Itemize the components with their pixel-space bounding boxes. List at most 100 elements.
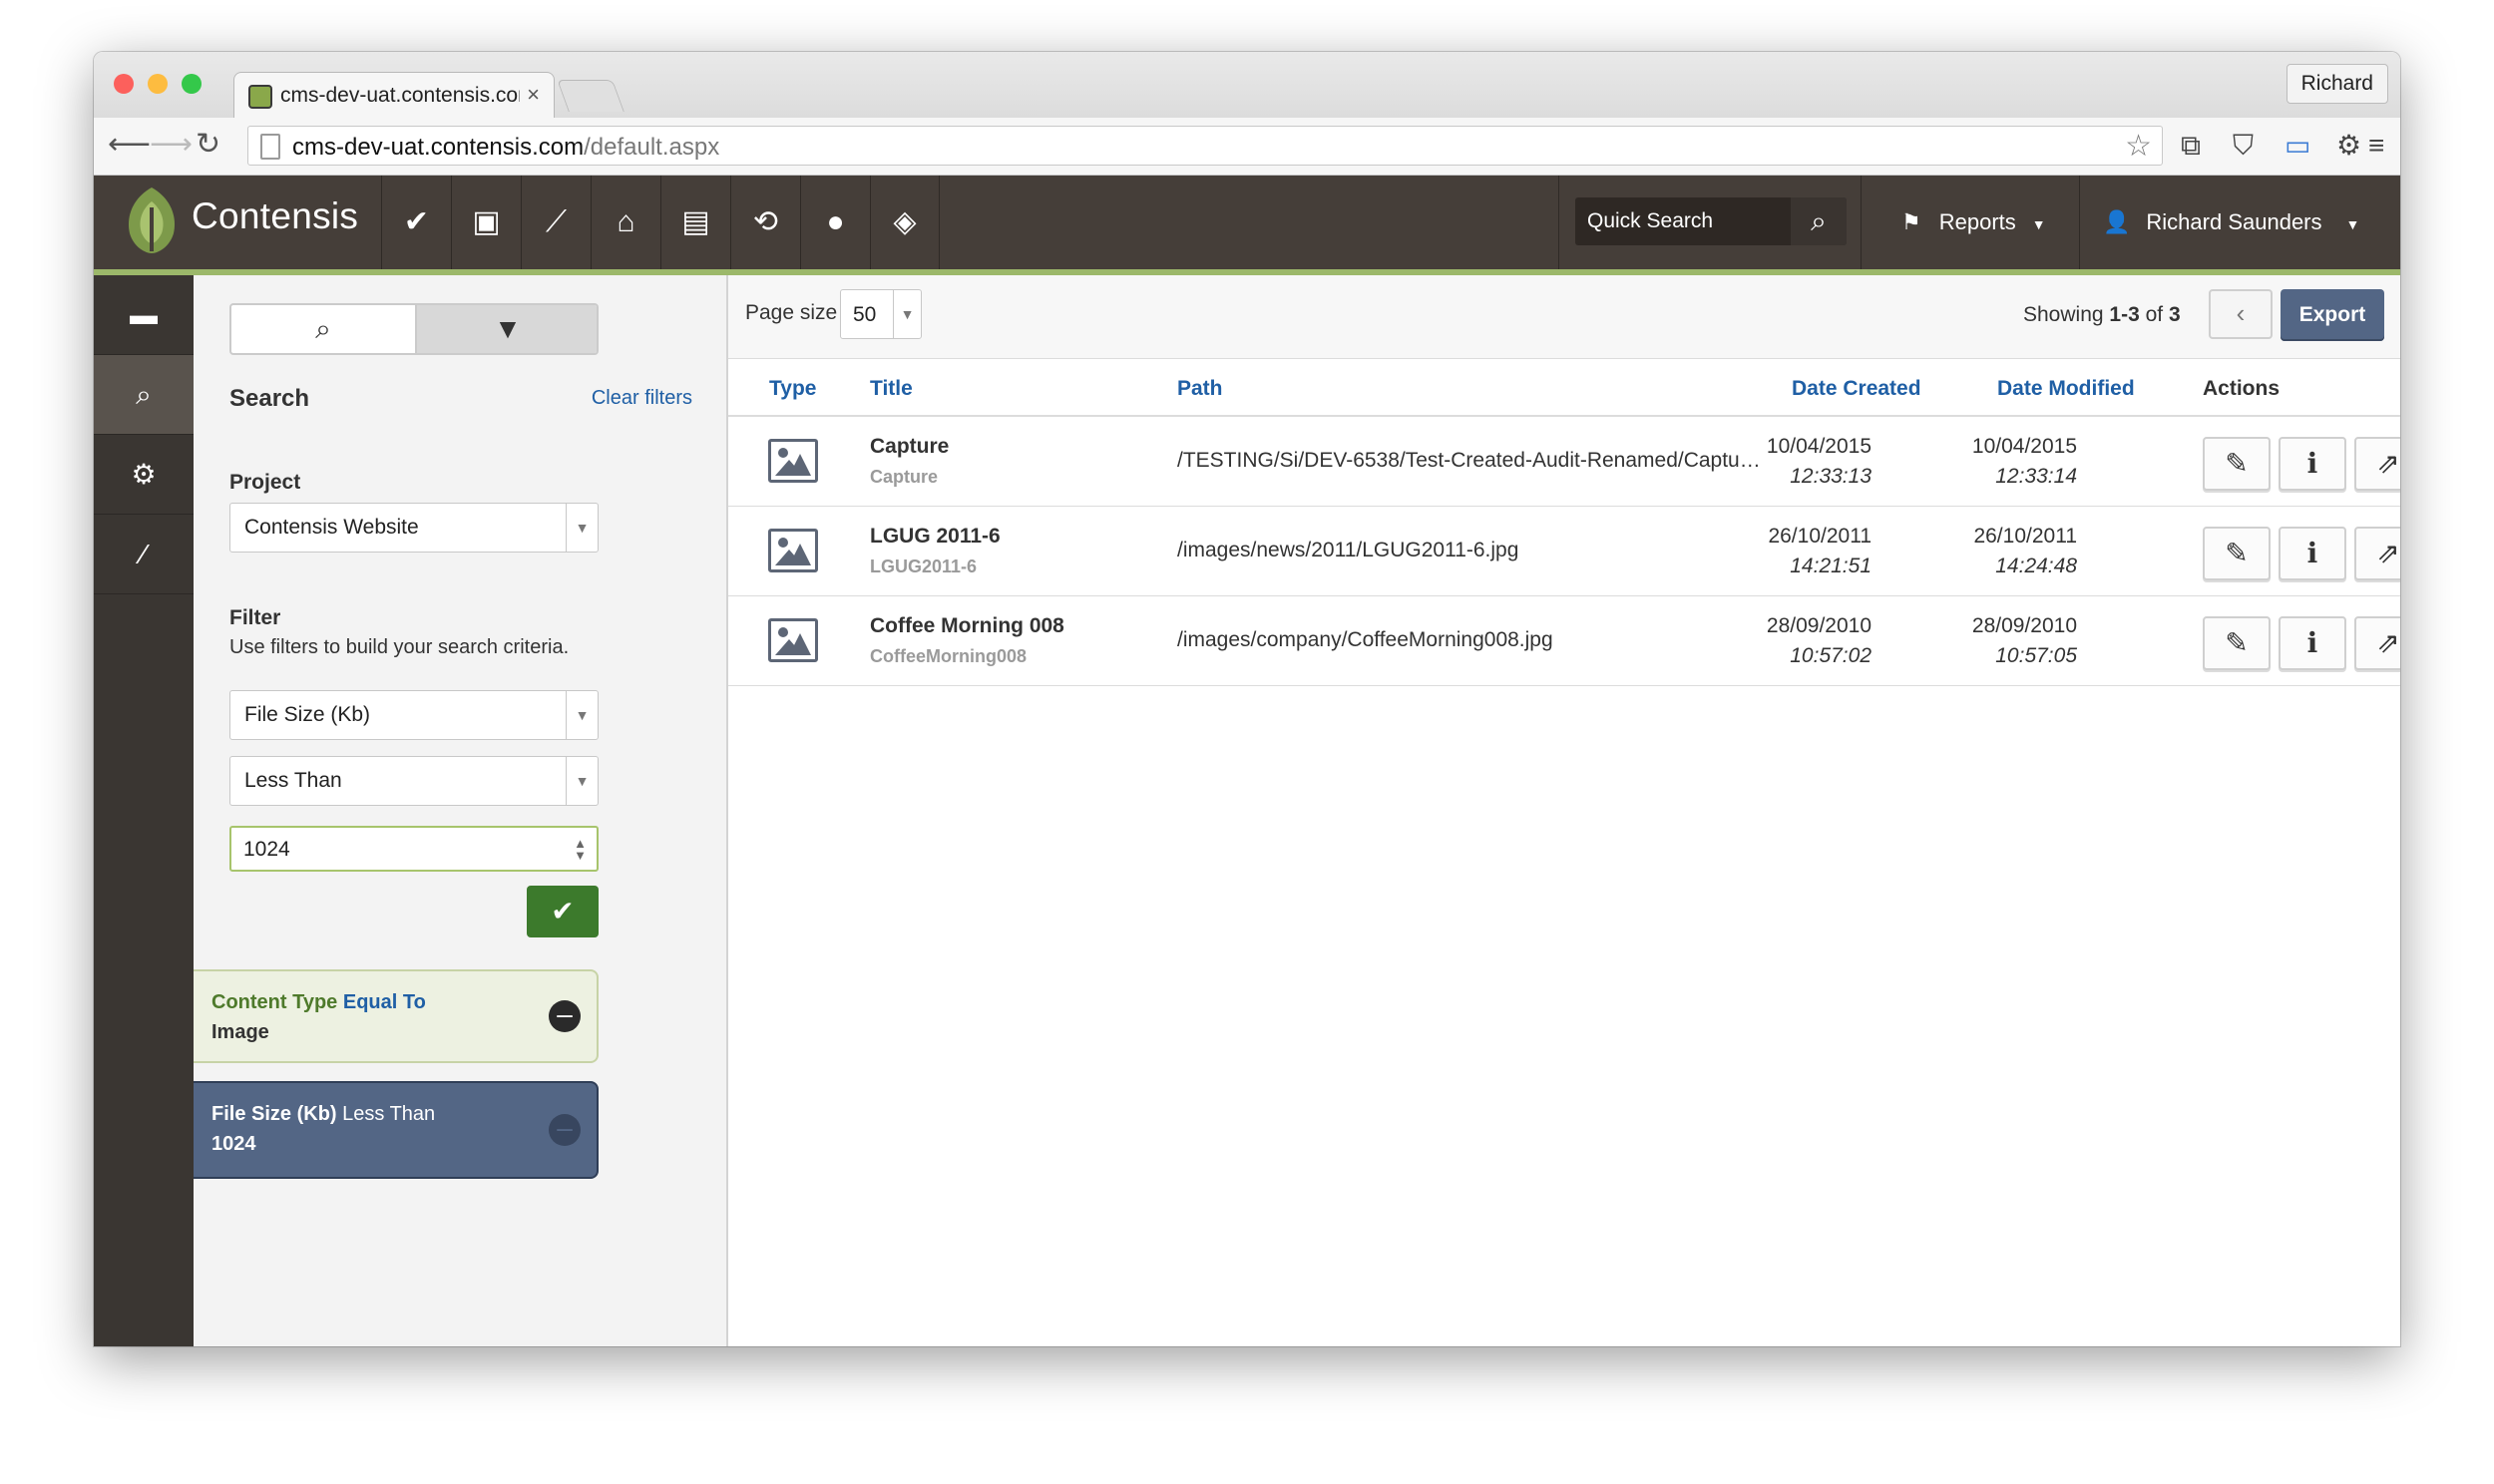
col-type[interactable]: Type [769, 377, 816, 401]
remove-filter-icon[interactable]: – [549, 1114, 581, 1146]
images-icon[interactable]: ▣ [451, 176, 521, 269]
row-modified-time: 14:24:48 [1995, 555, 2077, 577]
edit-button[interactable]: ✎ [2203, 616, 2271, 670]
export-button[interactable]: Export [2281, 289, 2384, 341]
forms-icon[interactable]: ▤ [660, 176, 730, 269]
table-row[interactable]: Coffee Morning 008 CoffeeMorning008 /ima… [728, 596, 2400, 686]
bookmark-star-icon[interactable]: ☆ [2125, 129, 2152, 164]
back-button[interactable]: ⟵ [108, 128, 151, 162]
tab-close-button[interactable]: × [527, 82, 540, 108]
table-row[interactable]: LGUG 2011-6 LGUG2011-6 /images/news/2011… [728, 507, 2400, 596]
comments-icon[interactable]: ● [800, 176, 870, 269]
filter-value-input[interactable]: 1024 ▲ ▼ [229, 826, 599, 872]
url-text: cms-dev-uat.contensis.com/default.aspx [292, 134, 720, 161]
chat-settings-icon[interactable]: ⟲ [730, 176, 800, 269]
project-select[interactable]: Contensis Website ▼ [229, 503, 599, 553]
prev-page-button[interactable]: ‹ [2209, 289, 2273, 339]
edit-button[interactable]: ✎ [2203, 527, 2271, 580]
edit-button[interactable]: ✎ [2203, 437, 2271, 491]
col-actions: Actions [2203, 377, 2281, 400]
left-rail: ▬ ⌕ ⚙ ⁄ [94, 275, 194, 1346]
search-tab-icon[interactable]: ⌕ [231, 305, 415, 353]
browser-window: cms-dev-uat.contensis.com × Richard ⟵ ⟶ … [94, 52, 2400, 1346]
info-button[interactable]: ℹ [2279, 527, 2346, 580]
row-title[interactable]: LGUG 2011-6 [870, 525, 1001, 549]
row-title[interactable]: Coffee Morning 008 [870, 614, 1064, 638]
quick-search-input[interactable]: Quick Search ⌕ [1575, 197, 1847, 245]
reports-label: Reports [1938, 209, 2016, 234]
results-area: Page size 50 ▼ Showing 1-3 of 3 ‹ › Expo… [728, 275, 2400, 1346]
cast-icon[interactable]: ⧉ [2181, 130, 2201, 162]
app-header: Contensis ✔ ▣ ⟋ ⌂ ▤ ⟲ ● ◈ Quick Search ⌕… [94, 176, 2400, 269]
page-size-value: 50 [853, 303, 877, 326]
folder-icon[interactable]: ▬ [94, 275, 194, 355]
menu-icon[interactable]: ≡ [2368, 130, 2384, 162]
active-filter-chip[interactable]: Content Type Equal To Image – [194, 969, 599, 1063]
chevron-down-icon: ▼ [2031, 216, 2046, 232]
col-date-modified[interactable]: Date Modified [1997, 377, 2135, 401]
external-link-icon: ⇗ [2376, 538, 2400, 568]
open-external-button[interactable]: ⇗ [2354, 527, 2400, 580]
remove-filter-icon[interactable]: – [549, 1000, 581, 1032]
row-created-time: 10:57:02 [1790, 644, 1871, 667]
browser-tab[interactable]: cms-dev-uat.contensis.com × [233, 72, 555, 118]
filter-operator-value: Less Than [244, 769, 342, 792]
close-window-button[interactable] [114, 74, 134, 94]
info-button[interactable]: ℹ [2279, 437, 2346, 491]
info-icon: ℹ [2306, 627, 2318, 658]
filter-field-select[interactable]: File Size (Kb) ▼ [229, 690, 599, 740]
row-path: /images/company/CoffeeMorning008.jpg [1177, 628, 1553, 651]
tasks-icon[interactable]: ✔ [381, 176, 451, 269]
flag-icon: ⚑ [1901, 209, 1921, 234]
col-date-created[interactable]: Date Created [1792, 377, 1921, 401]
user-icon: 👤 [2103, 209, 2131, 234]
page-icon [260, 134, 280, 160]
number-stepper[interactable]: ▲ ▼ [574, 837, 587, 862]
open-external-button[interactable]: ⇗ [2354, 616, 2400, 670]
minimize-window-button[interactable] [148, 74, 168, 94]
search-mode-toggle: ⌕ ▼ [229, 303, 599, 355]
magic-wand-icon[interactable]: ⁄ [94, 515, 194, 594]
tab-title: cms-dev-uat.contensis.com [280, 84, 520, 107]
reload-button[interactable]: ↻ [196, 128, 220, 162]
extension-gear-icon[interactable]: ⚙ [2336, 130, 2361, 162]
analytics-icon[interactable]: ⟋ [521, 176, 591, 269]
page-size-select[interactable]: 50 ▼ [840, 289, 922, 339]
screen-capture-icon[interactable]: ▭ [2285, 130, 2310, 162]
image-type-icon [768, 529, 818, 572]
user-name: Richard Saunders [2146, 209, 2322, 234]
pocket-icon[interactable]: ⛉ [2233, 130, 2254, 162]
search-icon[interactable]: ⌕ [94, 355, 194, 435]
col-path[interactable]: Path [1177, 377, 1223, 401]
info-button[interactable]: ℹ [2279, 616, 2346, 670]
results-count: Showing 1-3 of 3 [2023, 303, 2181, 326]
address-bar[interactable]: cms-dev-uat.contensis.com/default.aspx ☆ [247, 126, 2163, 166]
chevron-down-icon: ▼ [893, 290, 921, 338]
row-created-date: 10/04/2015 [1766, 435, 1871, 458]
settings-icon[interactable]: ⚙ [94, 435, 194, 515]
filter-operator-select[interactable]: Less Than ▼ [229, 756, 599, 806]
zoom-window-button[interactable] [182, 74, 202, 94]
new-tab-button[interactable] [557, 80, 624, 112]
row-path: /images/news/2011/LGUG2011-6.jpg [1177, 539, 1519, 561]
clear-filters-link[interactable]: Clear filters [592, 387, 692, 410]
row-modified-date: 26/10/2011 [1973, 525, 2077, 548]
filter-tab-icon[interactable]: ▼ [415, 305, 597, 353]
institution-icon[interactable]: ⌂ [591, 176, 660, 269]
row-title[interactable]: Capture [870, 435, 949, 459]
info-icon: ℹ [2306, 448, 2318, 479]
reports-menu[interactable]: ⚑ Reports ▼ [1901, 176, 2046, 269]
active-filter-chip-selected[interactable]: File Size (Kb) Less Than 1024 – [194, 1081, 599, 1179]
profile-button[interactable]: Richard [2286, 64, 2388, 104]
user-menu[interactable]: 👤 Richard Saunders ▼ [2103, 176, 2359, 269]
row-created-date: 28/09/2010 [1766, 614, 1871, 637]
col-title[interactable]: Title [870, 377, 913, 401]
table-row[interactable]: Capture Capture /TESTING/Si/DEV-6538/Tes… [728, 417, 2400, 507]
row-modified-date: 28/09/2010 [1971, 614, 2077, 637]
quick-search-button[interactable]: ⌕ [1791, 197, 1847, 245]
row-subtitle: CoffeeMorning008 [870, 646, 1028, 666]
open-external-button[interactable]: ⇗ [2354, 437, 2400, 491]
apply-filter-button[interactable]: ✔ [527, 886, 599, 937]
forward-button[interactable]: ⟶ [150, 128, 193, 162]
layers-icon[interactable]: ◈ [870, 176, 940, 269]
